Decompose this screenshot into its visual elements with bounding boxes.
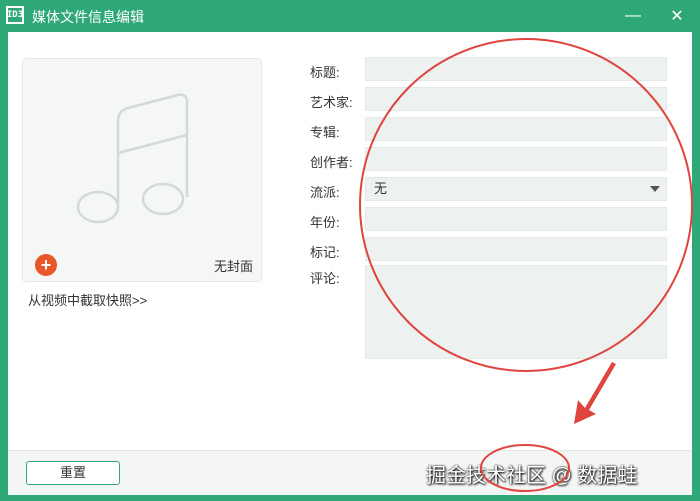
cover-art-panel[interactable]: + 无封面 — [22, 58, 262, 282]
reset-button[interactable]: 重置 — [26, 461, 120, 485]
comment-textarea[interactable] — [365, 265, 667, 359]
tag-input[interactable] — [365, 237, 667, 261]
tag-label: 标记: — [310, 245, 340, 260]
artist-input[interactable] — [365, 87, 667, 111]
titlebar: ID3 媒体文件信息编辑 — ✕ — [0, 0, 700, 32]
music-note-icon — [76, 93, 189, 224]
title-input[interactable] — [365, 57, 667, 81]
genre-selected-value: 无 — [374, 181, 388, 196]
title-label: 标题: — [310, 65, 340, 80]
composer-input[interactable] — [365, 147, 667, 171]
window-title: 媒体文件信息编辑 — [32, 9, 144, 25]
media-info-editor-window: ID3 媒体文件信息编辑 — ✕ + 无封面 从视频中截取快照>> 标题: 艺术… — [0, 0, 700, 501]
minimize-button[interactable]: — — [620, 4, 646, 28]
capture-snapshot-link[interactable]: 从视频中截取快照>> — [28, 290, 147, 309]
composer-label: 创作者: — [310, 155, 353, 170]
id3-app-icon: ID3 — [6, 6, 24, 24]
genre-label: 流派: — [310, 185, 340, 200]
dialog-footer: 重置 掘金技术社区 @ 数据蛙 — [8, 450, 692, 495]
year-label: 年份: — [310, 215, 340, 230]
album-input[interactable] — [365, 117, 667, 141]
artist-label: 艺术家: — [310, 95, 353, 110]
album-label: 专辑: — [310, 125, 340, 140]
comment-label: 评论: — [310, 271, 340, 286]
genre-select[interactable]: 无 — [365, 177, 667, 201]
add-cover-button[interactable]: + — [35, 254, 57, 276]
caret-down-icon — [650, 186, 660, 192]
editor-content: + 无封面 从视频中截取快照>> 标题: 艺术家: 专辑: 创作者: 流派: 无… — [8, 32, 692, 450]
year-input[interactable] — [365, 207, 667, 231]
watermark: 掘金技术社区 @ 数据蛙 — [426, 465, 638, 487]
no-cover-label: 无封面 — [213, 259, 253, 274]
close-button[interactable]: ✕ — [664, 4, 690, 28]
